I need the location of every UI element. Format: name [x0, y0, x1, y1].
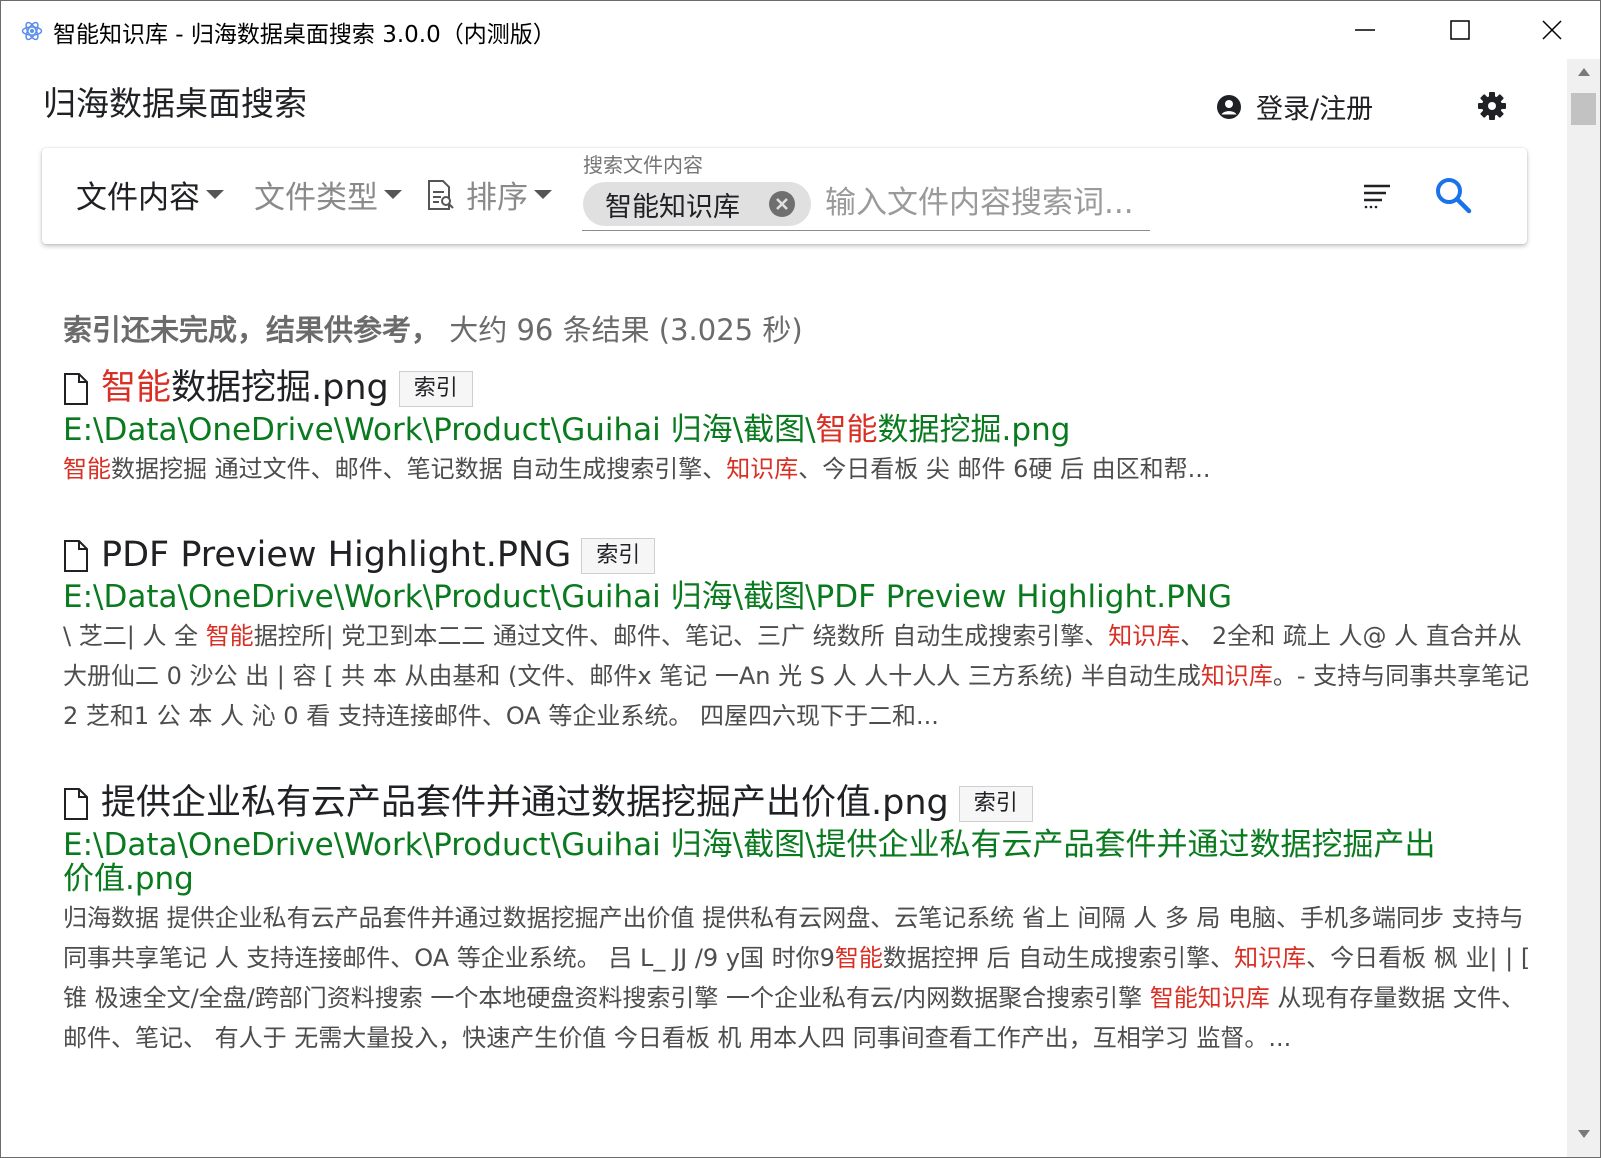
close-icon — [1542, 20, 1562, 40]
snippet-highlight: 智能 — [205, 622, 254, 650]
search-icon[interactable] — [1434, 176, 1472, 214]
login-label: 登录/注册 — [1256, 94, 1374, 125]
close-button[interactable] — [1507, 1, 1597, 59]
sort-document-icon — [428, 179, 454, 210]
atom-app-icon — [21, 21, 43, 41]
snippet-highlight: 智能 — [834, 944, 883, 972]
index-tag: 索引 — [581, 538, 656, 574]
account-icon — [1217, 94, 1241, 119]
file-icon — [64, 540, 88, 572]
scroll-down-button[interactable] — [1567, 1129, 1600, 1149]
filter-content-dropdown[interactable]: 文件内容 — [76, 172, 224, 217]
path-text: 数据挖掘.png — [877, 412, 1071, 448]
scroll-up-button[interactable] — [1567, 67, 1600, 87]
snippet-highlight: 知识库 — [1200, 662, 1273, 690]
search-input[interactable] — [825, 181, 1145, 225]
snippet-text: \ 芝二| 人 全 — [63, 622, 206, 650]
file-icon — [64, 788, 88, 820]
minimize-icon — [1355, 29, 1375, 31]
snippet-text: 据控所| 党卫到本二二 通过文件、邮件、笔记、三广 绕数所 自动生成搜索引擎、 — [253, 622, 1109, 650]
sort-label: 排序 — [466, 180, 528, 216]
search-bar: 文件内容 文件类型 排序 搜索文件内容 智能知识库 — [42, 148, 1527, 244]
snippet-text: 数据控押 后 自动生成搜索引擎、 — [882, 944, 1235, 972]
path-text: E:\Data\OneDrive\Work\Product\Guihai 归海\… — [63, 827, 1436, 863]
caret-down-icon — [384, 190, 402, 199]
snippet-highlight: 知识库 — [1108, 622, 1181, 650]
result-count: 大约 96 条结果 (3.025 秒) — [449, 313, 803, 347]
filter-type-label: 文件类型 — [254, 180, 378, 216]
app-window: 智能知识库 - 归海数据桌面搜索 3.0.0（内测版） 归海数据桌面搜索 登录/… — [0, 0, 1601, 1158]
result-path[interactable]: E:\Data\OneDrive\Work\Product\Guihai 归海\… — [63, 828, 1533, 896]
maximize-button[interactable] — [1415, 1, 1505, 59]
scroll-thumb[interactable] — [1571, 93, 1596, 125]
result-snippet: \ 芝二| 人 全 智能据控所| 党卫到本二二 通过文件、邮件、笔记、三广 绕数… — [63, 616, 1533, 736]
window-title: 智能知识库 - 归海数据桌面搜索 3.0.0（内测版） — [53, 22, 556, 48]
search-field-underline — [582, 230, 1150, 231]
filter-type-dropdown[interactable]: 文件类型 — [254, 172, 402, 217]
snippet-text: 数据挖掘 通过文件、邮件、笔记数据 自动生成搜索引擎、 — [111, 455, 727, 483]
search-options-icon[interactable] — [1362, 180, 1392, 210]
caret-down-icon — [206, 190, 224, 199]
path-highlight: 智能 — [815, 412, 878, 448]
title-highlight: 智能 — [101, 368, 172, 408]
result-summary: 索引还未完成，结果供参考， 大约 96 条结果 (3.025 秒) — [63, 307, 803, 349]
file-icon — [64, 373, 88, 405]
snippet-text: 、今日看板 尖 邮件 6硬 后 由区和帮... — [798, 455, 1211, 483]
caret-down-icon — [534, 190, 552, 199]
result-path[interactable]: E:\Data\OneDrive\Work\Product\Guihai 归海\… — [63, 413, 1533, 447]
gear-icon[interactable] — [1477, 91, 1507, 121]
search-term-chip[interactable]: 智能知识库 — [583, 182, 811, 226]
result-title[interactable]: 提供企业私有云产品套件并通过数据挖掘产出价值.png — [101, 782, 949, 824]
chip-label: 智能知识库 — [605, 191, 740, 223]
result-item: 提供企业私有云产品套件并通过数据挖掘产出价值.png 索引 E:\Data\On… — [63, 782, 1533, 1058]
arrow-down-icon — [1577, 1130, 1590, 1138]
index-tag: 索引 — [958, 786, 1033, 822]
result-title[interactable]: 智能数据挖掘.png — [101, 367, 389, 409]
snippet-highlight: 知识库 — [726, 455, 799, 483]
path-text: 价值.png — [63, 861, 194, 897]
title-text: 数据挖掘.png — [171, 368, 389, 408]
result-snippet: 智能数据挖掘 通过文件、邮件、笔记数据 自动生成搜索引擎、知识库、今日看板 尖 … — [63, 449, 1533, 489]
result-title[interactable]: PDF Preview Highlight.PNG — [101, 534, 571, 576]
maximize-icon — [1450, 20, 1470, 40]
result-path[interactable]: E:\Data\OneDrive\Work\Product\Guihai 归海\… — [63, 580, 1533, 614]
login-button[interactable]: 登录/注册 — [1216, 87, 1373, 126]
snippet-highlight: 智能 — [63, 455, 111, 483]
snippet-highlight: 知识库 — [1234, 944, 1307, 972]
app-heading: 归海数据桌面搜索 — [43, 84, 307, 123]
search-field-label: 搜索文件内容 — [583, 153, 703, 177]
result-item: PDF Preview Highlight.PNG 索引 E:\Data\One… — [63, 534, 1533, 736]
close-icon — [776, 198, 788, 210]
index-status: 索引还未完成，结果供参考， — [63, 313, 441, 347]
index-tag: 索引 — [398, 371, 473, 407]
filter-content-label: 文件内容 — [76, 180, 200, 216]
snippet-highlight: 智能知识库 — [1149, 984, 1270, 1012]
path-text: E:\Data\OneDrive\Work\Product\Guihai 归海\… — [63, 412, 816, 448]
vertical-scrollbar[interactable] — [1567, 59, 1600, 1157]
chip-remove-icon[interactable] — [769, 191, 795, 217]
sort-dropdown[interactable]: 排序 — [426, 172, 552, 217]
result-snippet: 归海数据 提供企业私有云产品套件并通过数据挖掘产出价值 提供私有云网盘、云笔记系… — [63, 898, 1533, 1058]
arrow-up-icon — [1577, 68, 1590, 76]
result-item: 智能数据挖掘.png 索引 E:\Data\OneDrive\Work\Prod… — [63, 367, 1533, 489]
minimize-button[interactable] — [1320, 1, 1410, 59]
title-bar: 智能知识库 - 归海数据桌面搜索 3.0.0（内测版） — [1, 1, 1600, 59]
